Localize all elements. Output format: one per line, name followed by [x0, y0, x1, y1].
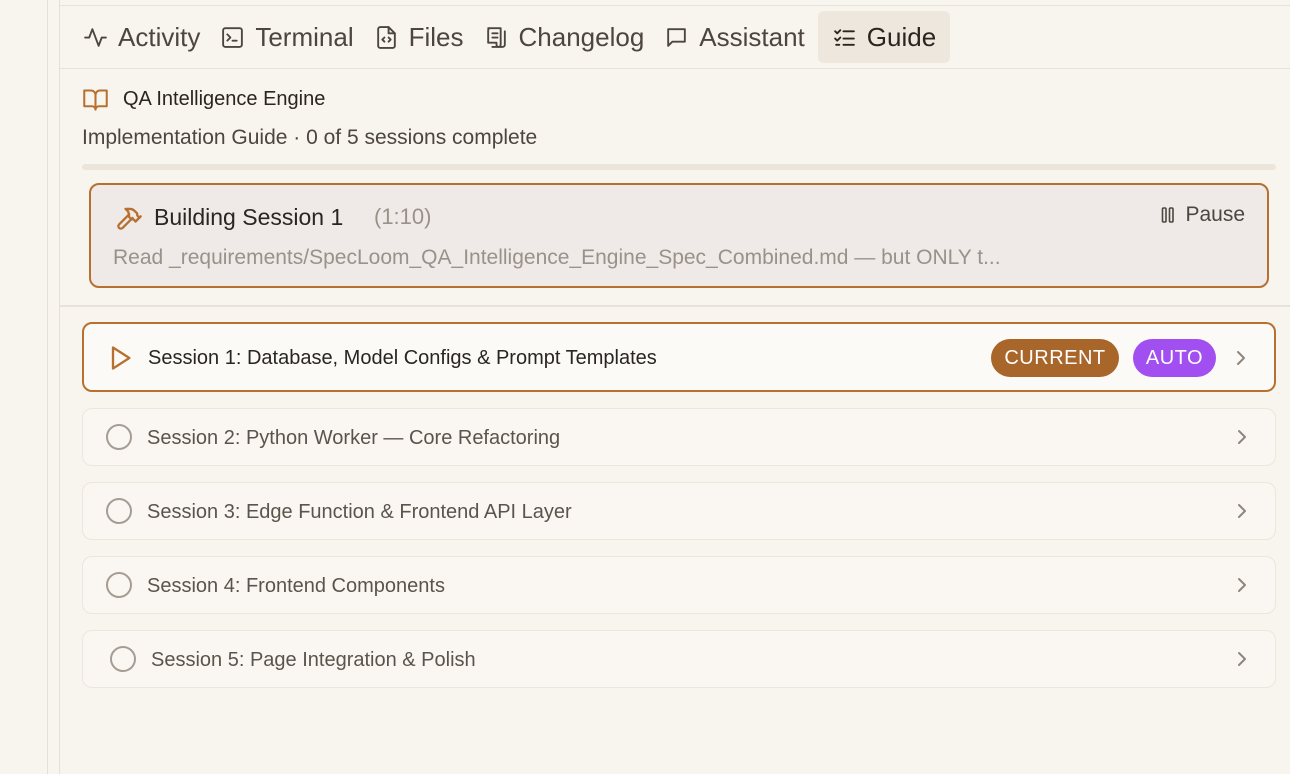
session-label: Session 5: Page Integration & Polish: [151, 649, 476, 671]
circle-icon: [106, 498, 132, 524]
tab-files-label: Files: [408, 21, 464, 52]
left-rail: [0, 0, 48, 774]
circle-icon: [106, 572, 132, 598]
tab-changelog[interactable]: Changelog: [477, 11, 652, 63]
chevron-right-icon: [1237, 351, 1245, 365]
building-description: Read _requirements/SpecLoom_QA_Intellige…: [113, 246, 1001, 269]
circle-icon: [110, 646, 136, 672]
tab-guide-label: Guide: [866, 21, 937, 52]
file-code-icon: [376, 25, 396, 49]
tab-assistant-label: Assistant: [699, 21, 805, 52]
chevron-right-icon: [1238, 430, 1246, 444]
tab-bar: Activity Terminal Files Changelog Assist…: [60, 6, 1290, 69]
session-item-4[interactable]: Session 4: Frontend Components: [82, 556, 1276, 614]
guide-header: QA Intelligence Engine Implementation Gu…: [82, 86, 537, 150]
tab-terminal[interactable]: Terminal: [213, 11, 360, 63]
list-checks-icon: [833, 28, 855, 46]
current-badge: CURRENT: [991, 339, 1119, 377]
project-row: QA Intelligence Engine: [82, 86, 537, 113]
circle-icon: [106, 424, 132, 450]
project-name: QA Intelligence Engine: [123, 88, 326, 110]
book-open-icon: [83, 89, 108, 111]
tab-activity-label: Activity: [118, 21, 201, 52]
session-item-1[interactable]: Session 1: Database, Model Configs & Pro…: [82, 322, 1276, 392]
session-label: Session 1: Database, Model Configs & Pro…: [148, 347, 657, 369]
hammer-icon: [117, 207, 142, 230]
message-icon: [667, 27, 687, 47]
building-session-card: Building Session 1 (1:10) Pause Read _re…: [89, 183, 1269, 288]
tab-terminal-label: Terminal: [255, 21, 354, 52]
building-elapsed: (1:10): [374, 204, 432, 229]
chevron-right-icon: [1238, 504, 1246, 518]
session-item-3[interactable]: Session 3: Edge Function & Frontend API …: [82, 482, 1276, 540]
chevron-right-icon: [1238, 578, 1246, 592]
tab-activity[interactable]: Activity: [76, 11, 207, 63]
section-divider: [60, 305, 1290, 307]
play-icon: [111, 346, 131, 370]
pause-button[interactable]: Pause: [1161, 203, 1245, 227]
session-label: Session 3: Edge Function & Frontend API …: [147, 501, 572, 523]
tab-files[interactable]: Files: [367, 11, 471, 63]
guide-subtitle: Implementation Guide · 0 of 5 sessions c…: [82, 126, 538, 149]
pause-icon: [1162, 207, 1175, 223]
guide-progress-bar: [82, 164, 1276, 170]
session-item-5[interactable]: Session 5: Page Integration & Polish: [82, 630, 1276, 688]
session-item-2[interactable]: Session 2: Python Worker — Core Refactor…: [82, 408, 1276, 466]
main-panel: Activity Terminal Files Changelog Assist…: [59, 0, 1290, 774]
session-label: Session 4: Frontend Components: [147, 575, 445, 597]
tab-assistant[interactable]: Assistant: [657, 11, 812, 63]
tab-changelog-label: Changelog: [518, 21, 645, 52]
chevron-right-icon: [1238, 652, 1246, 666]
terminal-icon: [222, 26, 244, 48]
auto-badge: AUTO: [1133, 339, 1216, 377]
scroll-icon: [486, 26, 506, 48]
tab-guide[interactable]: Guide: [817, 11, 951, 63]
session-label: Session 2: Python Worker — Core Refactor…: [147, 427, 561, 449]
building-title: Building Session 1: [154, 204, 344, 230]
pause-label: Pause: [1185, 203, 1245, 226]
activity-icon: [84, 27, 107, 47]
